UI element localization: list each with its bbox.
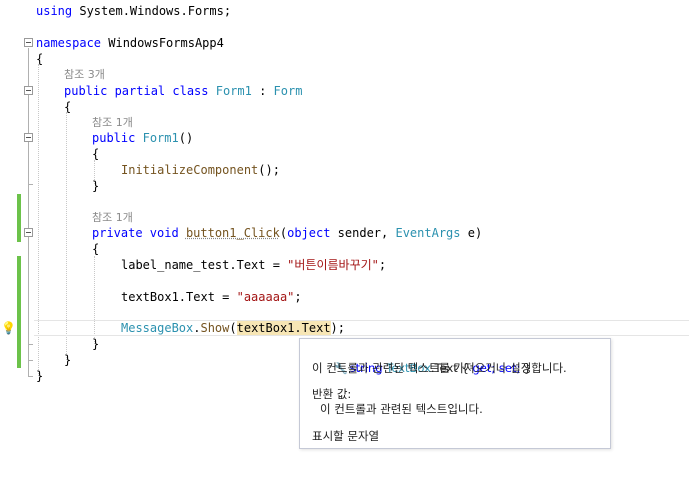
codelens-references[interactable]: 참조 1개 — [92, 115, 133, 131]
collapse-namespace-icon[interactable] — [24, 38, 33, 47]
code-line: label_name_test.Text = "버튼이름바꾸기"; — [121, 257, 386, 273]
collapse-ctor-icon[interactable] — [24, 133, 33, 142]
code-text: ; — [378, 258, 387, 272]
type-name: EventArgs — [395, 226, 461, 240]
keyword: object — [287, 226, 331, 240]
change-indicator — [17, 194, 21, 242]
code-text: ); — [330, 321, 345, 335]
code-text: System.Windows.Forms; — [72, 4, 232, 18]
brace: } — [64, 353, 72, 367]
brace: { — [92, 147, 100, 161]
codelens-references[interactable]: 참조 3개 — [64, 67, 105, 83]
code-text: : — [251, 84, 274, 98]
class-name: Form1 — [215, 84, 252, 98]
outline-end — [28, 184, 33, 185]
tooltip-returns-label: 반환 값: — [312, 387, 352, 401]
code-line: InitializeComponent(); — [121, 162, 280, 178]
code-text: WindowsFormsApp4 — [101, 36, 224, 50]
keyword: private void — [92, 226, 179, 240]
code-line: public Form1() — [92, 130, 193, 146]
code-text: () — [178, 131, 194, 145]
collapse-class-icon[interactable] — [24, 86, 33, 95]
base-class: Form — [273, 84, 303, 98]
code-line: } — [92, 336, 99, 352]
code-line: namespace WindowsFormsApp4 — [36, 35, 224, 51]
code-text: textBox1.Text = — [121, 290, 237, 304]
code-text: ( — [229, 321, 237, 335]
reference-count[interactable]: 참조 1개 — [92, 211, 133, 224]
method-name: button1_Click — [185, 226, 280, 240]
type-name: MessageBox — [121, 321, 194, 335]
outline-end — [28, 344, 33, 345]
brace: } — [92, 337, 100, 351]
brace: { — [36, 52, 44, 66]
reference-count[interactable]: 참조 1개 — [92, 116, 133, 129]
code-line: { — [36, 51, 43, 67]
brace: } — [36, 369, 44, 383]
outline-end — [28, 376, 33, 377]
code-line: } — [64, 352, 71, 368]
tooltip-returns-desc: 이 컨트롤과 관련된 텍스트입니다. — [320, 402, 483, 416]
keyword: using — [36, 4, 73, 18]
change-indicator — [17, 256, 21, 368]
code-line: { — [92, 241, 99, 257]
keyword: public partial class — [64, 84, 209, 98]
code-line: { — [92, 146, 99, 162]
code-editor[interactable]: 💡 using System.Windows.Forms; namespace … — [0, 0, 689, 487]
code-text: label_name_test.Text = — [121, 258, 288, 272]
method-call: Show — [200, 321, 230, 335]
lightbulb-icon[interactable]: 💡 — [1, 320, 16, 336]
brace: { — [92, 242, 100, 256]
tooltip-remarks: 표시할 문자열 — [312, 429, 380, 443]
keyword: public — [92, 131, 136, 145]
code-text: ( — [279, 226, 288, 240]
code-line: } — [92, 178, 99, 194]
outline-end — [28, 360, 33, 361]
code-text: e) — [460, 226, 483, 240]
code-line: textBox1.Text = "aaaaaa"; — [121, 289, 302, 305]
string-literal: "버튼이름바꾸기" — [287, 258, 379, 272]
code-line: } — [36, 368, 43, 384]
code-line: { — [64, 99, 71, 115]
code-line: public partial class Form1 : Form — [64, 83, 302, 99]
keyword: namespace — [36, 36, 102, 50]
brace: { — [64, 100, 72, 114]
codelens-references[interactable]: 참조 1개 — [92, 210, 133, 226]
quick-info-tooltip: 🔧 string TextBox.Text { get; set; } 이 컨트… — [299, 338, 611, 449]
tooltip-summary: 이 컨트롤과 관련된 텍스트를 가져오거나 설정합니다. — [312, 361, 567, 375]
string-literal: "aaaaaa" — [236, 290, 295, 304]
brace: } — [92, 179, 100, 193]
highlighted-reference[interactable]: textBox1.Text — [236, 321, 331, 335]
code-text: (); — [258, 163, 280, 177]
ctor-name: Form1 — [142, 131, 179, 145]
outline-bar — [28, 48, 29, 376]
code-line: using System.Windows.Forms; — [36, 3, 231, 19]
code-text: sender, — [330, 226, 396, 240]
code-line: MessageBox.Show(textBox1.Text); — [121, 320, 345, 336]
collapse-handler-icon[interactable] — [24, 228, 33, 237]
code-text: ; — [294, 290, 302, 304]
method-call: InitializeComponent — [121, 163, 259, 177]
code-line: private void button1_Click(object sender… — [92, 225, 482, 241]
reference-count[interactable]: 참조 3개 — [64, 68, 105, 81]
